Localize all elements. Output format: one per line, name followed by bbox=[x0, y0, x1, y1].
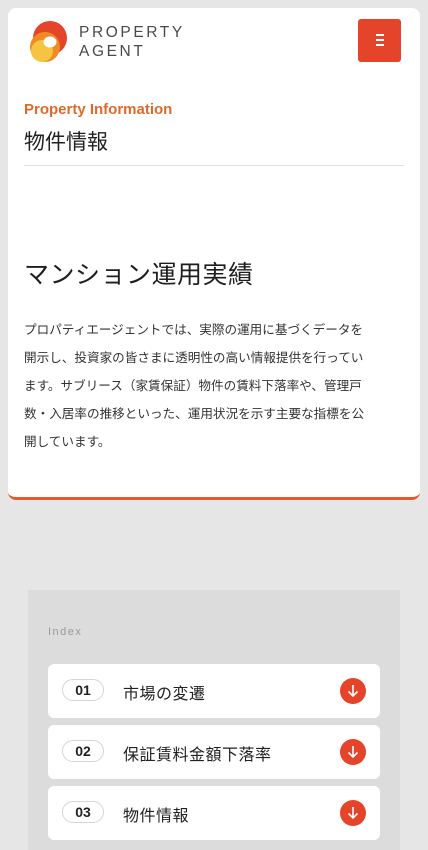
section-title: 物件情報 bbox=[24, 130, 108, 154]
logo-wordmark[interactable]: PROPERTY AGENT bbox=[79, 23, 185, 61]
arrow-down-icon[interactable] bbox=[340, 678, 366, 704]
index-item-label: 市場の変遷 bbox=[123, 684, 206, 703]
logo-line-2: AGENT bbox=[79, 43, 146, 60]
logo-line-1: PROPERTY bbox=[79, 24, 185, 41]
property-agent-logo-icon[interactable] bbox=[26, 20, 70, 64]
index-item-rent-decline-rate[interactable]: 02 保証賃料金額下落率 bbox=[48, 725, 380, 779]
index-item-label: 保証賃料金額下落率 bbox=[123, 745, 272, 764]
index-label: Index bbox=[48, 626, 83, 638]
hero-card: PROPERTY AGENT Property Information 物件情報… bbox=[8, 8, 420, 500]
index-item-label: 物件情報 bbox=[123, 806, 190, 825]
arrow-down-icon[interactable] bbox=[340, 800, 366, 826]
index-item-market-history[interactable]: 01 市場の変遷 bbox=[48, 664, 380, 718]
divider bbox=[24, 165, 404, 166]
section-eyebrow: Property Information bbox=[24, 101, 173, 118]
index-item-number: 01 bbox=[62, 679, 104, 701]
index-item-property-info[interactable]: 03 物件情報 bbox=[48, 786, 380, 840]
site-header: PROPERTY AGENT bbox=[8, 8, 420, 88]
index-item-number: 03 bbox=[62, 801, 104, 823]
index-item-number: 02 bbox=[62, 740, 104, 762]
page-heading: マンション運用実績 bbox=[24, 260, 254, 289]
arrow-down-icon[interactable] bbox=[340, 739, 366, 765]
hamburger-menu-icon bbox=[376, 34, 384, 46]
menu-button[interactable] bbox=[358, 19, 401, 62]
intro-text: プロパティエージェントでは、実際の運用に基づくデータを開示し、投資家の皆さまに透… bbox=[24, 322, 365, 449]
